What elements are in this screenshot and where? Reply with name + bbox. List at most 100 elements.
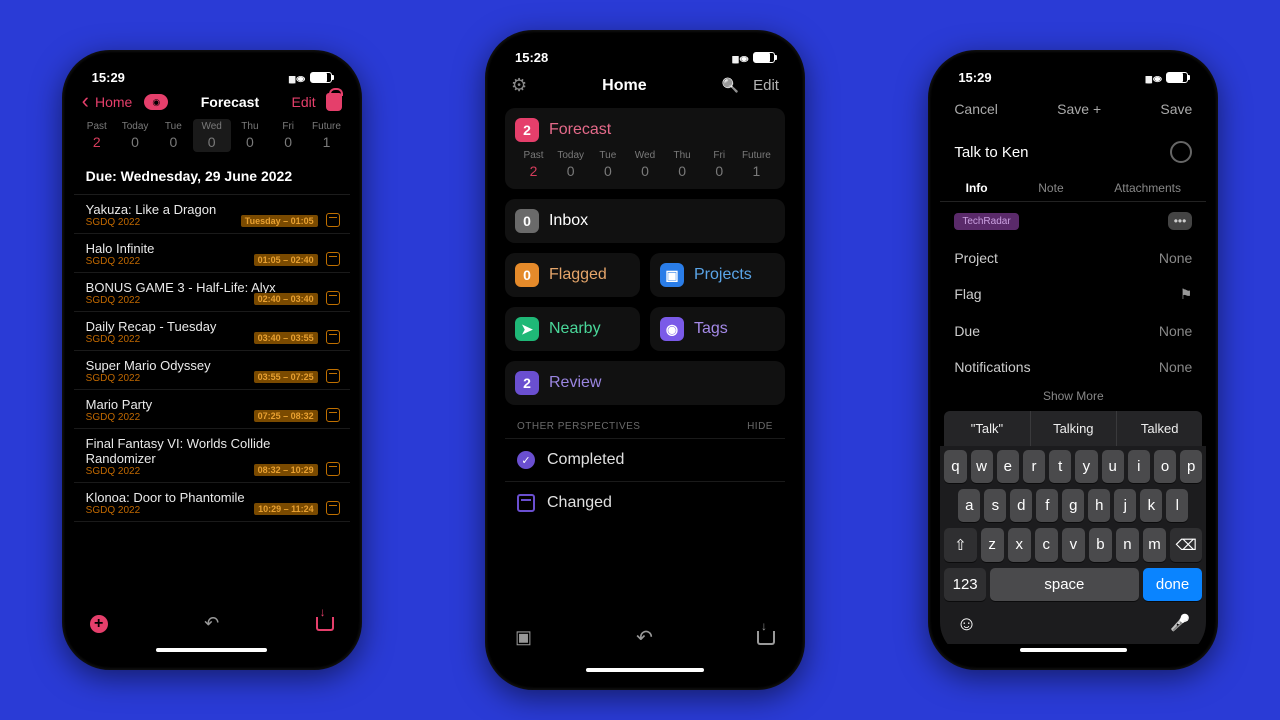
edit-button[interactable]: Edit xyxy=(292,94,316,110)
focus-icon[interactable] xyxy=(144,94,168,110)
home-indicator[interactable] xyxy=(1020,648,1126,652)
day-past[interactable]: Past2 xyxy=(515,150,552,179)
day-wed[interactable]: Wed0 xyxy=(626,150,663,179)
task-item[interactable]: Final Fantasy VI: Worlds Collide Randomi… xyxy=(74,429,350,483)
perspective-forecast[interactable]: 2 Forecast Past2Today0Tue0Wed0Thu0Fri0Fu… xyxy=(505,108,785,189)
key-o[interactable]: o xyxy=(1154,450,1176,483)
emoji-icon[interactable] xyxy=(956,613,976,636)
key-q[interactable]: q xyxy=(944,450,966,483)
key-done[interactable]: done xyxy=(1143,568,1203,601)
cancel-button[interactable]: Cancel xyxy=(954,101,998,117)
day-tue[interactable]: Tue0 xyxy=(154,119,192,152)
tab-info[interactable]: Info xyxy=(966,181,988,195)
key-space[interactable]: space xyxy=(990,568,1139,601)
key-e[interactable]: e xyxy=(997,450,1019,483)
tab-note[interactable]: Note xyxy=(1038,181,1063,195)
undo-button[interactable] xyxy=(204,613,219,634)
mic-icon[interactable] xyxy=(1170,613,1190,636)
undo-button[interactable] xyxy=(636,625,653,650)
task-item[interactable]: BONUS GAME 3 - Half-Life: AlyxSGDQ 20220… xyxy=(74,273,350,312)
settings-icon[interactable] xyxy=(511,75,527,96)
tags-row[interactable]: TechRadar ••• xyxy=(940,202,1206,240)
day-thu[interactable]: Thu0 xyxy=(231,119,269,152)
task-item[interactable]: Klonoa: Door to PhantomileSGDQ 202210:29… xyxy=(74,483,350,522)
task-item[interactable]: Daily Recap - TuesdaySGDQ 202203:40 – 03… xyxy=(74,312,350,351)
forecast-days[interactable]: Past2Today0Tue0Wed0Thu0Fri0Future1 xyxy=(74,117,350,154)
key-j[interactable]: j xyxy=(1114,489,1136,522)
key-d[interactable]: d xyxy=(1010,489,1032,522)
perspective-nearby[interactable]: ➤ Nearby xyxy=(505,307,640,351)
suggestion[interactable]: Talked xyxy=(1117,411,1202,446)
key-123[interactable]: 123 xyxy=(944,568,986,601)
search-icon[interactable] xyxy=(722,77,739,95)
back-chevron-icon[interactable] xyxy=(82,94,91,111)
task-item[interactable]: Yakuza: Like a DragonSGDQ 2022Tuesday – … xyxy=(74,195,350,234)
task-item[interactable]: Halo InfiniteSGDQ 202201:05 – 02:40 xyxy=(74,234,350,273)
key-g[interactable]: g xyxy=(1062,489,1084,522)
perspective-projects[interactable]: ▣ Projects xyxy=(650,253,785,297)
perspective-tags[interactable]: ◉ Tags xyxy=(650,307,785,351)
key-b[interactable]: b xyxy=(1089,528,1112,562)
more-tags-icon[interactable]: ••• xyxy=(1168,212,1193,230)
day-future[interactable]: Future1 xyxy=(307,119,345,152)
task-checkbox[interactable] xyxy=(1170,141,1192,163)
key-w[interactable]: w xyxy=(971,450,993,483)
key-h[interactable]: h xyxy=(1088,489,1110,522)
day-future[interactable]: Future1 xyxy=(738,150,775,179)
key-n[interactable]: n xyxy=(1116,528,1139,562)
tag-chip[interactable]: TechRadar xyxy=(954,213,1018,230)
key-y[interactable]: y xyxy=(1075,450,1097,483)
save-button[interactable]: Save xyxy=(1160,101,1192,117)
day-past[interactable]: Past2 xyxy=(78,119,116,152)
task-item[interactable]: Mario PartySGDQ 202207:25 – 08:32 xyxy=(74,390,350,429)
day-thu[interactable]: Thu0 xyxy=(664,150,701,179)
day-fri[interactable]: Fri0 xyxy=(701,150,738,179)
add-button[interactable]: + xyxy=(90,615,108,633)
key-z[interactable]: z xyxy=(981,528,1004,562)
prop-flag[interactable]: Flag xyxy=(940,276,1206,313)
perspective-completed[interactable]: Completed xyxy=(505,438,785,481)
key-t[interactable]: t xyxy=(1049,450,1071,483)
back-button[interactable]: Home xyxy=(95,94,132,110)
hide-button[interactable]: HIDE xyxy=(747,421,773,432)
day-today[interactable]: Today0 xyxy=(116,119,154,152)
day-fri[interactable]: Fri0 xyxy=(269,119,307,152)
key-f[interactable]: f xyxy=(1036,489,1058,522)
bag-icon[interactable] xyxy=(326,93,342,111)
inbox-button[interactable] xyxy=(757,631,775,645)
prop-project[interactable]: Project None xyxy=(940,240,1206,276)
key-v[interactable]: v xyxy=(1062,528,1085,562)
key-i[interactable]: i xyxy=(1128,450,1150,483)
day-wed[interactable]: Wed0 xyxy=(193,119,231,152)
key-backspace[interactable]: ⌫ xyxy=(1170,528,1202,562)
key-s[interactable]: s xyxy=(984,489,1006,522)
day-today[interactable]: Today0 xyxy=(552,150,589,179)
key-l[interactable]: l xyxy=(1166,489,1188,522)
home-indicator[interactable] xyxy=(156,648,266,652)
key-c[interactable]: c xyxy=(1035,528,1058,562)
key-r[interactable]: r xyxy=(1023,450,1045,483)
prop-notifications[interactable]: Notifications None xyxy=(940,349,1206,385)
home-indicator[interactable] xyxy=(586,668,704,672)
inbox-button[interactable] xyxy=(316,617,334,631)
show-more-button[interactable]: Show More xyxy=(940,385,1206,411)
suggestion[interactable]: "Talk" xyxy=(944,411,1030,446)
key-k[interactable]: k xyxy=(1140,489,1162,522)
suggestion[interactable]: Talking xyxy=(1031,411,1117,446)
forecast-days[interactable]: Past2Today0Tue0Wed0Thu0Fri0Future1 xyxy=(515,150,775,179)
task-list[interactable]: Yakuza: Like a DragonSGDQ 2022Tuesday – … xyxy=(74,194,350,603)
prop-due[interactable]: Due None xyxy=(940,313,1206,349)
key-x[interactable]: x xyxy=(1008,528,1031,562)
perspective-review[interactable]: 2 Review xyxy=(505,361,785,405)
task-item[interactable]: Super Mario OdysseySGDQ 202203:55 – 07:2… xyxy=(74,351,350,390)
key-shift[interactable]: ⇧ xyxy=(944,528,976,562)
key-m[interactable]: m xyxy=(1143,528,1166,562)
edit-button[interactable]: Edit xyxy=(753,77,779,94)
perspectives-icon[interactable] xyxy=(515,627,532,648)
key-p[interactable]: p xyxy=(1180,450,1202,483)
task-title-input[interactable]: Talk to Ken xyxy=(954,144,1028,161)
perspective-flagged[interactable]: 0 Flagged xyxy=(505,253,640,297)
perspective-changed[interactable]: Changed xyxy=(505,481,785,524)
perspective-inbox[interactable]: 0 Inbox xyxy=(505,199,785,243)
day-tue[interactable]: Tue0 xyxy=(589,150,626,179)
